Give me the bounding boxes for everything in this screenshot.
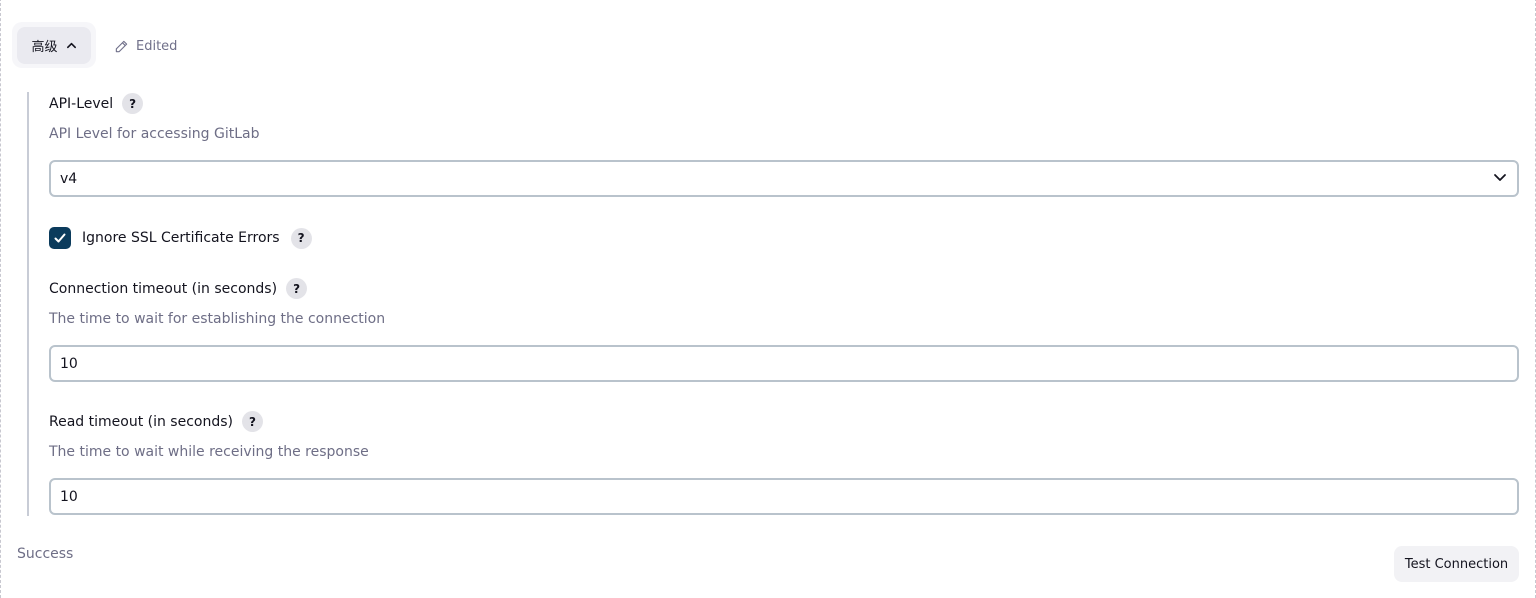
connection-timeout-value: 10	[60, 355, 78, 372]
ignore-ssl-row: Ignore SSL Certificate Errors ?	[49, 227, 312, 249]
advanced-label: 高级	[31, 40, 58, 55]
read-timeout-label-row: Read timeout (in seconds) ?	[49, 411, 263, 432]
read-timeout-input[interactable]: 10	[49, 478, 1519, 515]
connection-timeout-description: The time to wait for establishing the co…	[49, 311, 386, 327]
edited-indicator: Edited	[114, 37, 177, 55]
api-level-selected-value: v4	[60, 170, 78, 187]
read-timeout-help-icon[interactable]: ?	[242, 411, 263, 432]
api-level-select[interactable]: v4	[49, 160, 1519, 197]
read-timeout-description: The time to wait while receiving the res…	[49, 444, 369, 460]
chevron-up-icon	[66, 42, 76, 49]
chevron-down-icon	[1494, 174, 1506, 181]
connection-timeout-label-row: Connection timeout (in seconds) ?	[49, 278, 308, 299]
checkmark-icon	[54, 233, 66, 243]
ignore-ssl-help-icon[interactable]: ?	[290, 227, 312, 249]
test-connection-button[interactable]: Test Connection	[1394, 546, 1519, 582]
connection-status-text: Success	[17, 546, 74, 562]
api-level-label-row: API-Level ?	[49, 93, 144, 114]
ignore-ssl-checkbox[interactable]	[49, 227, 71, 249]
api-level-help-icon[interactable]: ?	[122, 93, 144, 114]
edited-label: Edited	[136, 38, 178, 54]
pencil-icon	[115, 40, 128, 52]
read-timeout-value: 10	[60, 488, 78, 505]
api-level-label: API-Level	[49, 95, 114, 112]
api-level-description: API Level for accessing GitLab	[49, 126, 260, 142]
connection-timeout-label: Connection timeout (in seconds)	[49, 280, 278, 297]
advanced-toggle-button[interactable]: 高级	[17, 27, 91, 64]
ignore-ssl-label[interactable]: Ignore SSL Certificate Errors	[82, 230, 280, 246]
connection-timeout-help-icon[interactable]: ?	[286, 278, 308, 299]
connection-timeout-input[interactable]: 10	[49, 345, 1519, 382]
read-timeout-label: Read timeout (in seconds)	[49, 413, 233, 430]
